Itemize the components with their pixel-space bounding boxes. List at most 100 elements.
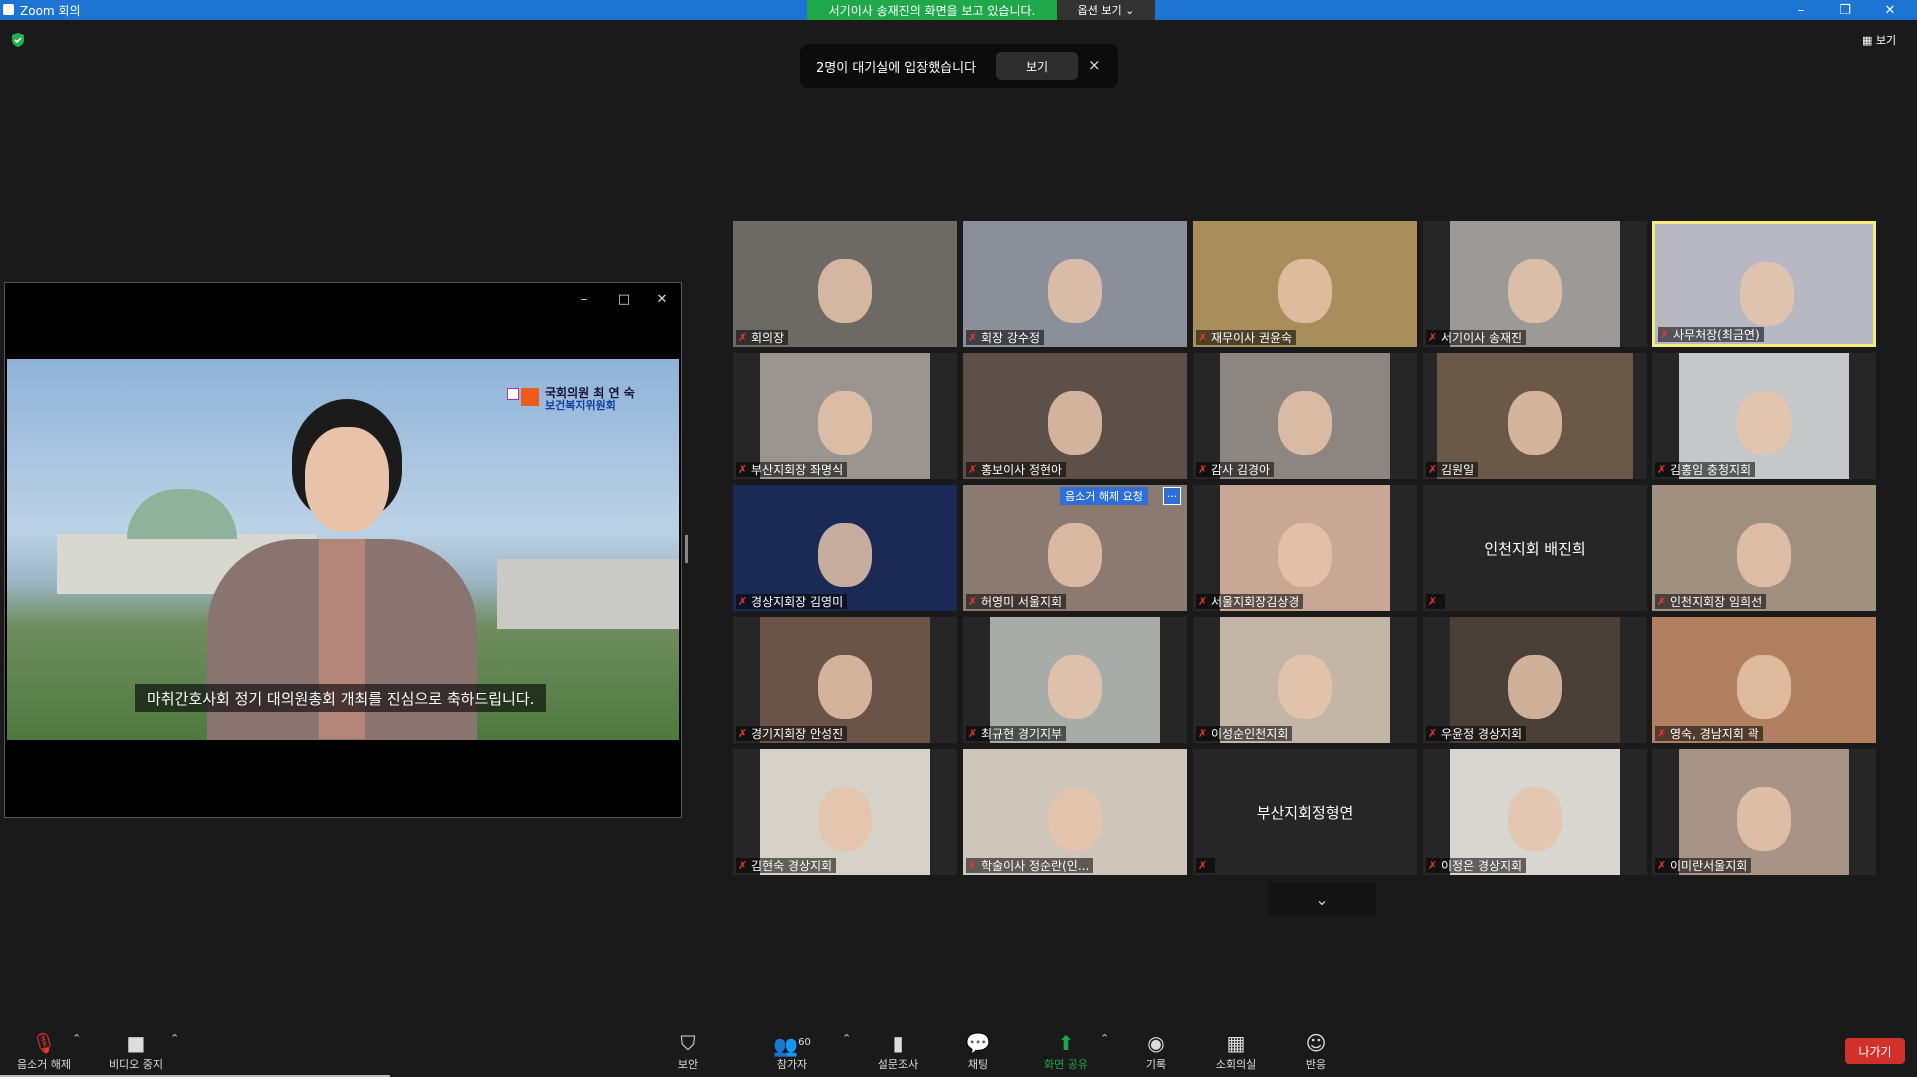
participant-tile[interactable]: 부산지회정형연 ✗	[1193, 749, 1417, 875]
record-label: 기록	[1145, 1058, 1167, 1071]
unmute-request-button[interactable]: 음소거 해제 요청	[1060, 487, 1148, 505]
participant-tile[interactable]: ✗ 경상지회장 김영미	[733, 485, 957, 611]
audio-options-caret-icon[interactable]: ⌃	[72, 1032, 81, 1045]
close-window-button[interactable]: ✕	[1870, 0, 1910, 20]
share-screen-button[interactable]: ⬆ 화면 공유	[1026, 1030, 1106, 1075]
window-title: Zoom 회의	[20, 4, 81, 18]
participant-face	[818, 786, 872, 851]
participant-name-bar: ✗ 서기이사 송재진	[1426, 330, 1527, 345]
participant-name: 경기지회장 안성진	[751, 727, 844, 741]
participant-tile[interactable]: ✗ 사무처장(최금연)	[1652, 221, 1876, 347]
restore-button[interactable]: ❐	[1825, 0, 1865, 20]
participant-tile[interactable]: ✗ 최규현 경기지부	[963, 617, 1187, 743]
share-options-caret-icon[interactable]: ⌃	[1100, 1032, 1109, 1045]
share-maximize-button[interactable]: □	[609, 287, 639, 311]
shared-screen-window[interactable]: – □ ✕ 국회의원 최 연 숙 보건복지위원회 마취간호사회 정기 대의원총회…	[4, 282, 682, 818]
participant-face	[1737, 390, 1791, 455]
participant-name-bar: ✗ 영숙, 경남지회 곽	[1655, 726, 1763, 741]
participant-face	[1278, 390, 1332, 455]
participant-name-bar: ✗ 학술이사 정순란(인...	[966, 858, 1094, 873]
participant-tile[interactable]: ✗ 학술이사 정순란(인...	[963, 749, 1187, 875]
participant-tile[interactable]: ✗ 김홍임 충청지회	[1652, 353, 1876, 479]
chat-button[interactable]: 💬 채팅	[938, 1030, 1018, 1075]
minimize-button[interactable]: –	[1781, 0, 1821, 20]
reactions-label: 반응	[1305, 1058, 1327, 1071]
muted-mic-icon: ✗	[1657, 594, 1667, 608]
participant-tile[interactable]: ✗ 재무이사 권윤숙	[1193, 221, 1417, 347]
smiley-icon: ☺	[1305, 1031, 1327, 1055]
participant-tile[interactable]: ✗ 경기지회장 안성진	[733, 617, 957, 743]
muted-mic-icon: ✗	[1428, 858, 1438, 872]
participant-tile[interactable]: ✗ 인천지회장 임희선	[1652, 485, 1876, 611]
bar-chart-icon: ▮	[892, 1031, 904, 1055]
split-divider-handle[interactable]	[685, 535, 688, 563]
participant-tile[interactable]: ✗ 회의장	[733, 221, 957, 347]
participant-name: 부산지회장 좌명식	[751, 463, 844, 477]
participant-name: 학술이사 정순란(인...	[981, 859, 1090, 873]
muted-mic-icon: ✗	[1660, 327, 1670, 341]
close-toast-icon[interactable]: ×	[1088, 56, 1101, 74]
breakout-rooms-button[interactable]: ▦ 소회의실	[1196, 1030, 1276, 1075]
security-shield-icon[interactable]	[10, 32, 26, 48]
participant-name-bar: ✗ 회장 강수정	[966, 330, 1045, 345]
muted-mic-icon: ✗	[968, 594, 978, 608]
more-options-icon[interactable]: ···	[1163, 487, 1181, 505]
participant-face	[1048, 522, 1102, 587]
reactions-button[interactable]: ☺ 반응	[1276, 1030, 1356, 1075]
participant-name-bar: ✗	[1426, 594, 1445, 609]
shared-video: 국회의원 최 연 숙 보건복지위원회 마취간호사회 정기 대의원총회 개최를 진…	[7, 359, 679, 740]
participant-face	[1508, 390, 1562, 455]
muted-mic-icon: ✗	[968, 330, 978, 344]
participant-tile[interactable]: ✗ 부산지회장 좌명식	[733, 353, 957, 479]
screen-share-banner: 서기이사 송재진의 화면을 보고 있습니다.	[807, 0, 1057, 20]
participant-name-bar: ✗ 이미란서울지회	[1655, 858, 1752, 873]
participant-face	[818, 390, 872, 455]
muted-mic-icon: ✗	[738, 462, 748, 476]
participant-tile[interactable]: ✗ 허영미 서울지회 음소거 해제 요청 ···	[963, 485, 1187, 611]
next-page-chevron-icon[interactable]: ⌄	[1268, 882, 1376, 916]
participant-tile[interactable]: ✗ 서기이사 송재진	[1423, 221, 1647, 347]
participant-tile[interactable]: ✗ 이미란서울지회	[1652, 749, 1876, 875]
participant-name: 이성순인천지회	[1211, 727, 1289, 741]
participants-button[interactable]: 👥60 참가자	[752, 1030, 832, 1075]
record-button[interactable]: ◉ 기록	[1116, 1030, 1196, 1075]
view-waiting-room-button[interactable]: 보기	[996, 52, 1078, 80]
muted-mic-icon: ✗	[1198, 594, 1208, 608]
participant-tile[interactable]: ✗ 회장 강수정	[963, 221, 1187, 347]
waiting-room-toast: 2명이 대기실에 입장했습니다 보기 ×	[800, 44, 1118, 88]
leave-meeting-button[interactable]: 나가기	[1845, 1038, 1905, 1064]
meeting-toolbar: 🎙 음소거 해제 ⌃ ■ 비디오 중지 ⌃ ⛉ 보안 👥60 참가자 ⌃ ▮ 설…	[0, 1022, 1917, 1077]
participant-name: 회의장	[751, 331, 785, 345]
participant-tile[interactable]: ✗ 영숙, 경남지회 곽	[1652, 617, 1876, 743]
participant-tile[interactable]: ✗ 이성순인천지회	[1193, 617, 1417, 743]
participants-caret-icon[interactable]: ⌃	[842, 1032, 851, 1045]
muted-mic-icon: ✗	[738, 858, 748, 872]
participant-tile[interactable]: ✗ 김원일	[1423, 353, 1647, 479]
view-options-dropdown[interactable]: 옵션 보기 ⌄	[1057, 0, 1155, 20]
participant-face	[818, 522, 872, 587]
participant-name-bar: ✗ 허영미 서울지회	[966, 594, 1067, 609]
participant-name: 김현숙 경상지회	[751, 859, 833, 873]
stop-video-label: 비디오 중지	[108, 1058, 164, 1071]
muted-mic-icon: ✗	[1657, 858, 1667, 872]
muted-mic-icon: ✗	[968, 462, 978, 476]
participant-tile[interactable]: ✗ 서울지회장김상경	[1193, 485, 1417, 611]
stop-video-button[interactable]: ■ 비디오 중지	[96, 1030, 176, 1075]
participant-name: 이정은 경상지회	[1441, 859, 1523, 873]
participant-tile[interactable]: ✗ 감사 김경아	[1193, 353, 1417, 479]
video-options-caret-icon[interactable]: ⌃	[170, 1032, 179, 1045]
participant-name-bar: ✗ 이성순인천지회	[1196, 726, 1293, 741]
participant-tile[interactable]: 인천지회 배진희 ✗	[1423, 485, 1647, 611]
security-button[interactable]: ⛉ 보안	[648, 1030, 728, 1075]
participant-face	[1508, 786, 1562, 851]
participant-tile[interactable]: ✗ 이정은 경상지회	[1423, 749, 1647, 875]
gallery-view-toggle[interactable]: ▦ 보기	[1862, 32, 1896, 48]
share-minimize-button[interactable]: –	[569, 287, 599, 311]
share-close-button[interactable]: ✕	[647, 287, 677, 311]
participant-name-bar: ✗ 경기지회장 안성진	[736, 726, 848, 741]
participant-tile[interactable]: ✗ 홍보이사 정현아	[963, 353, 1187, 479]
participant-tile[interactable]: ✗ 우윤정 경상지회	[1423, 617, 1647, 743]
polls-button[interactable]: ▮ 설문조사	[858, 1030, 938, 1075]
side-building	[497, 559, 679, 629]
participant-tile[interactable]: ✗ 김현숙 경상지회	[733, 749, 957, 875]
